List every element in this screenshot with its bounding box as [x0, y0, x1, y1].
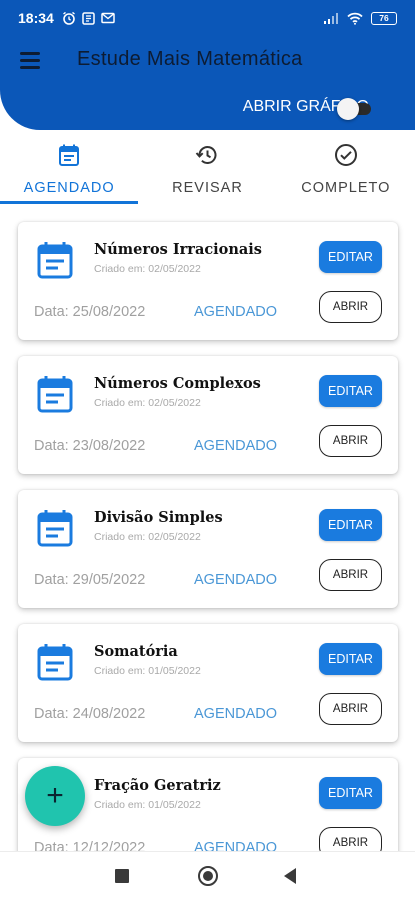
battery-level: 76 [379, 13, 389, 23]
topic-status: AGENDADO [194, 438, 277, 454]
topic-scheduled-date: Data: 23/08/2022 [34, 438, 146, 454]
status-time: 18:34 [18, 10, 54, 26]
edit-button[interactable]: EDITAR [319, 643, 382, 675]
open-button[interactable]: ABRIR [319, 559, 382, 591]
edit-button[interactable]: EDITAR [319, 509, 382, 541]
alarm-icon [62, 11, 75, 25]
recent-apps-button[interactable] [115, 869, 129, 883]
topic-created-date: Criado em: 02/05/2022 [94, 531, 201, 543]
topic-scheduled-date: Data: 25/08/2022 [34, 304, 146, 320]
topic-card: Divisão Simples Criado em: 02/05/2022 Da… [18, 490, 398, 608]
tab-completo[interactable]: COMPLETO [277, 136, 415, 204]
edit-button[interactable]: EDITAR [319, 777, 382, 809]
back-button[interactable] [284, 868, 296, 884]
app-screen: 18:34 76 Estude Mais Matemática ABRIR GR… [0, 0, 415, 900]
open-button[interactable]: ABRIR [319, 291, 382, 323]
calendar-icon [58, 142, 80, 168]
open-button[interactable]: ABRIR [319, 425, 382, 457]
topic-status: AGENDADO [194, 304, 277, 320]
wifi-icon [347, 12, 363, 25]
topic-created-date: Criado em: 01/05/2022 [94, 799, 201, 811]
app-title: Estude Mais Matemática [77, 48, 303, 70]
tab-revisar-label: REVISAR [172, 180, 243, 196]
status-bar: 18:34 76 [0, 0, 415, 36]
tab-completo-label: COMPLETO [301, 180, 391, 196]
system-nav-bar [0, 851, 415, 900]
topic-scheduled-date: Data: 29/05/2022 [34, 572, 146, 588]
topic-title: Divisão Simples [94, 509, 223, 526]
check-circle-icon [334, 142, 358, 168]
topic-created-date: Criado em: 02/05/2022 [94, 397, 201, 409]
tab-bar: AGENDADO REVISAR COMPLETO [0, 136, 415, 204]
restore-icon [195, 142, 219, 168]
tab-agendado-label: AGENDADO [23, 180, 115, 196]
topic-title: Números Complexos [94, 375, 261, 392]
plus-icon: + [46, 779, 64, 812]
calendar-icon [37, 644, 73, 681]
edit-button[interactable]: EDITAR [319, 241, 382, 273]
open-button[interactable]: ABRIR [319, 693, 382, 725]
chart-toggle-switch[interactable] [337, 98, 371, 120]
tab-agendado[interactable]: AGENDADO [0, 136, 138, 204]
calendar-icon [37, 510, 73, 547]
topic-title: Números Irracionais [94, 241, 262, 258]
topic-card: Números Complexos Criado em: 02/05/2022 … [18, 356, 398, 474]
add-topic-button[interactable]: + [25, 766, 85, 826]
active-tab-indicator [0, 201, 138, 204]
topic-created-date: Criado em: 01/05/2022 [94, 665, 201, 677]
tab-revisar[interactable]: REVISAR [138, 136, 276, 204]
calendar-icon [37, 376, 73, 413]
calendar-icon [37, 242, 73, 279]
topic-scheduled-date: Data: 24/08/2022 [34, 706, 146, 722]
notification-icon [82, 11, 95, 25]
mail-icon [101, 12, 115, 24]
topic-created-date: Criado em: 02/05/2022 [94, 263, 201, 275]
app-bar: Estude Mais Matemática [0, 42, 415, 82]
topic-title: Fração Geratriz [94, 777, 221, 794]
battery-icon: 76 [371, 11, 397, 25]
header: 18:34 76 Estude Mais Matemática ABRIR GR… [0, 0, 415, 130]
edit-button[interactable]: EDITAR [319, 375, 382, 407]
topic-card: Somatória Criado em: 01/05/2022 Data: 24… [18, 624, 398, 742]
topic-card: Números Irracionais Criado em: 02/05/202… [18, 222, 398, 340]
topic-title: Somatória [94, 643, 178, 660]
topic-status: AGENDADO [194, 706, 277, 722]
signal-icon [324, 13, 338, 24]
topic-status: AGENDADO [194, 572, 277, 588]
home-button[interactable] [198, 866, 218, 886]
toggle-thumb [337, 98, 359, 120]
menu-button[interactable] [20, 52, 42, 70]
